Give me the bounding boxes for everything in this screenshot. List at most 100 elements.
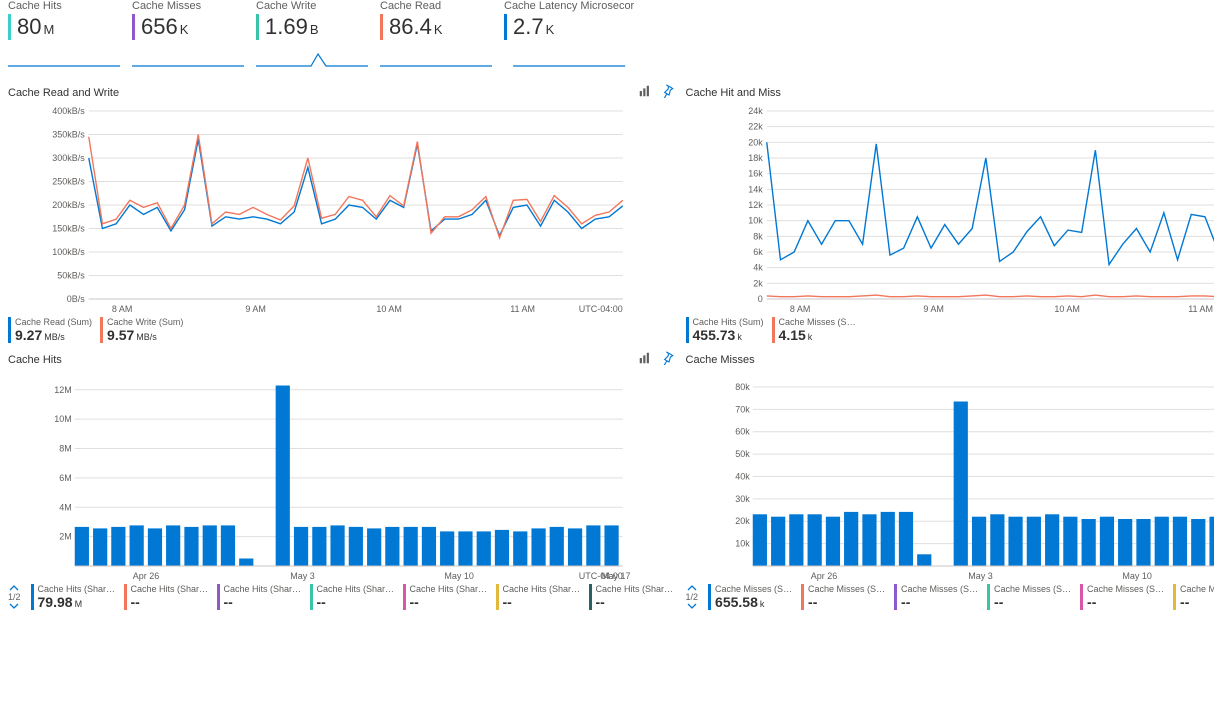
chart-body[interactable]: 02k4k6k8k10k12k14k16k18k20k22k24k8 AM9 A… (686, 105, 1214, 315)
svg-text:400kB/s: 400kB/s (52, 106, 85, 116)
chart-actions (638, 351, 674, 368)
svg-text:2M: 2M (59, 532, 72, 542)
svg-text:22k: 22k (748, 122, 763, 132)
chart-header: Cache Read and Write (8, 80, 674, 105)
pin-icon[interactable] (660, 351, 674, 368)
svg-text:14k: 14k (748, 184, 763, 194)
legend-label: Cache Misses (Shard ... (901, 584, 979, 594)
legend-item[interactable]: Cache Misses (Shard ... -- (987, 584, 1072, 610)
chart-body[interactable]: 10k20k30k40k50k60k70k80kApr 26May 3May 1… (686, 372, 1214, 582)
metric-title: Cache Write (256, 0, 368, 12)
chart-panel-hits: Cache Hits 2M4M6M8M10M12MApr 26May 3May … (8, 347, 674, 610)
svg-text:9 AM: 9 AM (245, 304, 266, 314)
legend-item[interactable]: Cache Misses (Shard ... -- (801, 584, 886, 610)
metric-card[interactable]: Cache Hits 80 M (8, 0, 120, 72)
legend-item[interactable]: Cache Hits (Shard 2)... -- (217, 584, 302, 610)
legend-label: Cache Hits (Shard 2)... (224, 584, 302, 594)
legend-value: -- (503, 594, 581, 610)
metric-card[interactable]: Cache Write 1.69 B (256, 0, 368, 72)
legend-label: Cache Misses (Shard ... (808, 584, 886, 594)
legend-value: -- (410, 594, 488, 610)
svg-text:2k: 2k (753, 278, 763, 288)
sparkline (504, 46, 634, 72)
metric-value: 1.69 (265, 14, 308, 40)
legend-label: Cache Hits (Shard 0)... (38, 584, 116, 594)
svg-text:10M: 10M (54, 414, 72, 424)
chart-header: Cache Hit and Miss (686, 80, 1214, 105)
legend-item[interactable]: Cache Write (Sum) 9.57MB/s (100, 317, 183, 343)
metric-unit: K (546, 22, 555, 37)
svg-text:20k: 20k (735, 516, 750, 526)
legend-item[interactable]: Cache Hits (Shard 3)... -- (310, 584, 395, 610)
legend-item[interactable]: Cache Misses (Shard ... -- (894, 584, 979, 610)
legend-item[interactable]: Cache Hits (Sum) 455.73k (686, 317, 764, 343)
legend-item[interactable]: Cache Misses (Sum) 4.15k (772, 317, 857, 343)
svg-text:24k: 24k (748, 106, 763, 116)
legend-label: Cache Hits (Shard 5)... (503, 584, 581, 594)
legend-item[interactable]: Cache Misses (Shard ... -- (1080, 584, 1165, 610)
metric-title: Cache Read (380, 0, 492, 12)
chart-title: Cache Read and Write (8, 87, 119, 99)
legend-value: -- (317, 594, 395, 610)
svg-text:0B/s: 0B/s (67, 294, 86, 304)
legend-value: 655.58k (715, 594, 793, 610)
legend-label: Cache Misses (Shard ... (994, 584, 1072, 594)
metrics-explorer-icon[interactable] (638, 84, 652, 101)
chart-panel-misses: Cache Misses 10k20k30k40k50k60k70k80kApr… (686, 347, 1214, 610)
metric-value: 2.7 (513, 14, 544, 40)
legend-label: Cache Hits (Shard 1)... (131, 584, 209, 594)
svg-text:12M: 12M (54, 385, 72, 395)
legend-value: 455.73k (693, 327, 764, 343)
legend-item[interactable]: Cache Misses (Shard ... -- (1173, 584, 1214, 610)
legend-label: Cache Misses (Shard ... (715, 584, 793, 594)
chart-panel-hm: Cache Hit and Miss 02k4k6k8k10k12k14k16k… (686, 80, 1214, 343)
legend-label: Cache Misses (Shard ... (1180, 584, 1214, 594)
legend-pager[interactable]: 1/2 (686, 584, 699, 610)
legend-item[interactable]: Cache Hits (Shard 6)... -- (589, 584, 674, 610)
svg-text:0: 0 (757, 294, 762, 304)
chart-body[interactable]: 2M4M6M8M10M12MApr 26May 3May 10May 17UTC… (8, 372, 674, 582)
legend-value: -- (1087, 594, 1165, 610)
sparkline (132, 46, 244, 72)
svg-text:60k: 60k (735, 427, 750, 437)
legend-label: Cache Hits (Shard 3)... (317, 584, 395, 594)
metric-value-wrap: 80 M (8, 14, 120, 40)
metric-card[interactable]: Cache Read 86.4 K (380, 0, 492, 72)
metric-value-wrap: 1.69 B (256, 14, 368, 40)
chart-header: Cache Misses (686, 347, 1214, 372)
svg-text:300kB/s: 300kB/s (52, 153, 85, 163)
legend-item[interactable]: Cache Misses (Shard ... 655.58k (708, 584, 793, 610)
legend-item[interactable]: Cache Hits (Shard 1)... -- (124, 584, 209, 610)
metric-value-wrap: 656 K (132, 14, 244, 40)
legend-bar: Cache Read (Sum) 9.27MB/s Cache Write (S… (8, 317, 674, 343)
metric-title: Cache Latency Microsecor (504, 0, 634, 12)
svg-text:50k: 50k (735, 449, 750, 459)
metric-card[interactable]: Cache Latency Microsecor 2.7 K (504, 0, 634, 72)
svg-text:12k: 12k (748, 200, 763, 210)
legend-bar: Cache Hits (Sum) 455.73k Cache Misses (S… (686, 317, 1214, 343)
legend-value: -- (1180, 594, 1214, 610)
metric-unit: M (43, 22, 54, 37)
metrics-row: Cache Hits 80 M Cache Misses 656 K Cache… (0, 0, 1214, 76)
metric-value: 86.4 (389, 14, 432, 40)
legend-item[interactable]: Cache Hits (Shard 4)... -- (403, 584, 488, 610)
svg-text:6M: 6M (59, 473, 72, 483)
svg-text:9 AM: 9 AM (923, 304, 944, 314)
svg-text:80k: 80k (735, 382, 750, 392)
pin-icon[interactable] (660, 84, 674, 101)
legend-label: Cache Misses (Sum) (779, 317, 857, 327)
charts-grid: Cache Read and Write 0B/s50kB/s100kB/s15… (0, 76, 1214, 614)
legend-item[interactable]: Cache Read (Sum) 9.27MB/s (8, 317, 92, 343)
metrics-explorer-icon[interactable] (638, 351, 652, 368)
metric-card[interactable]: Cache Misses 656 K (132, 0, 244, 72)
metric-title: Cache Misses (132, 0, 244, 12)
svg-text:10 AM: 10 AM (376, 304, 402, 314)
chart-body[interactable]: 0B/s50kB/s100kB/s150kB/s200kB/s250kB/s30… (8, 105, 674, 315)
legend-pager[interactable]: 1/2 (8, 584, 21, 610)
legend-value: -- (808, 594, 886, 610)
legend-item[interactable]: Cache Hits (Shard 5)... -- (496, 584, 581, 610)
svg-text:20k: 20k (748, 137, 763, 147)
sparkline (8, 46, 120, 72)
chart-actions (638, 84, 674, 101)
legend-item[interactable]: Cache Hits (Shard 0)... 79.98M (31, 584, 116, 610)
